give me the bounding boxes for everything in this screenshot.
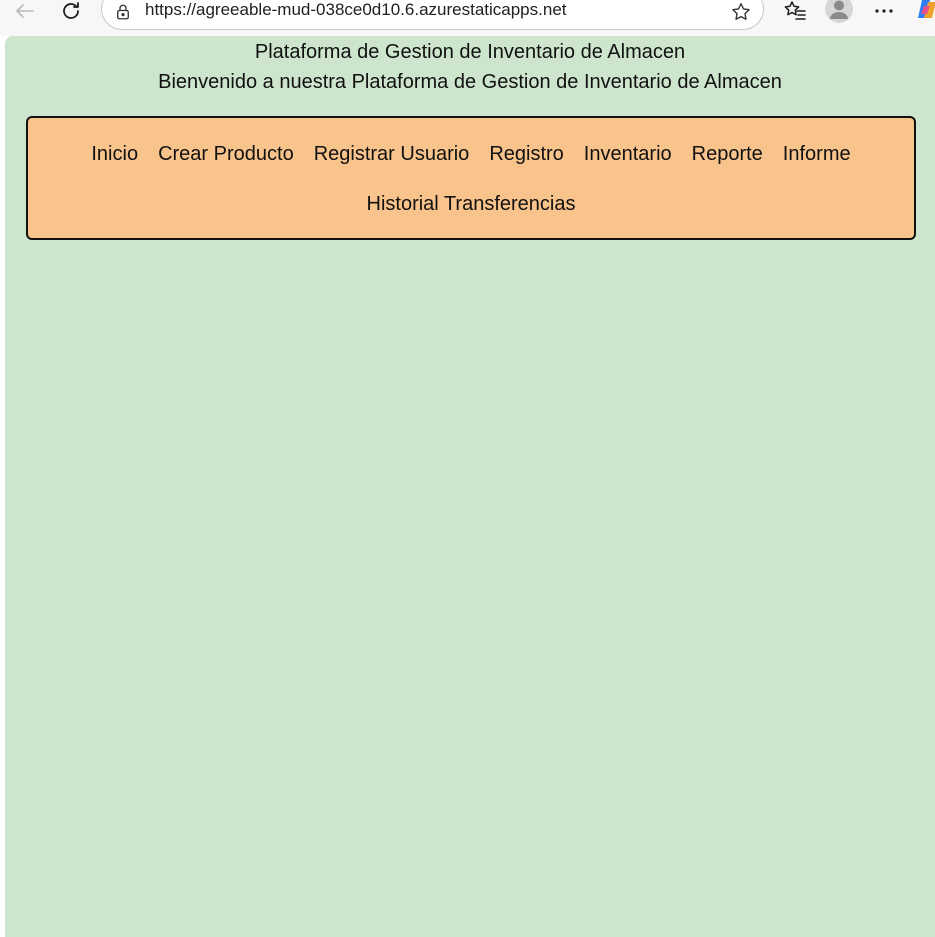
nav-link-inicio[interactable]: Inicio [91,143,138,166]
page-viewport: Plataforma de Gestion de Inventario de A… [5,36,935,937]
browser-toolbar: https://agreeable-mud-038ce0d10.6.azures… [0,0,935,36]
nav-row: Inicio Crear Producto Registrar Usuario … [28,143,914,166]
copilot-icon[interactable] [912,0,935,24]
more-icon[interactable] [869,0,899,26]
nav-link-registro[interactable]: Registro [489,143,563,166]
url-text[interactable]: https://agreeable-mud-038ce0d10.6.azures… [145,0,567,20]
favorites-list-icon[interactable] [780,0,810,26]
avatar-icon[interactable] [824,0,854,24]
address-bar[interactable]: https://agreeable-mud-038ce0d10.6.azures… [101,0,764,30]
nav-link-informe[interactable]: Informe [783,143,851,166]
nav-row: Historial Transferencias [28,193,914,216]
star-icon[interactable] [728,0,754,25]
page-title: Plataforma de Gestion de Inventario de A… [254,41,686,63]
nav-link-reporte[interactable]: Reporte [692,143,763,166]
nav-link-crear-producto[interactable]: Crear Producto [158,143,294,166]
nav-link-historial-transferencias[interactable]: Historial Transferencias [367,193,576,216]
back-arrow-icon[interactable] [10,0,40,26]
lock-icon[interactable] [112,1,134,23]
page-subtitle: Bienvenido a nuestra Plataforma de Gesti… [158,71,782,93]
nav-link-inventario[interactable]: Inventario [584,143,672,166]
main-nav: Inicio Crear Producto Registrar Usuario … [26,116,916,240]
reload-icon[interactable] [56,0,86,26]
nav-link-registrar-usuario[interactable]: Registrar Usuario [314,143,470,166]
